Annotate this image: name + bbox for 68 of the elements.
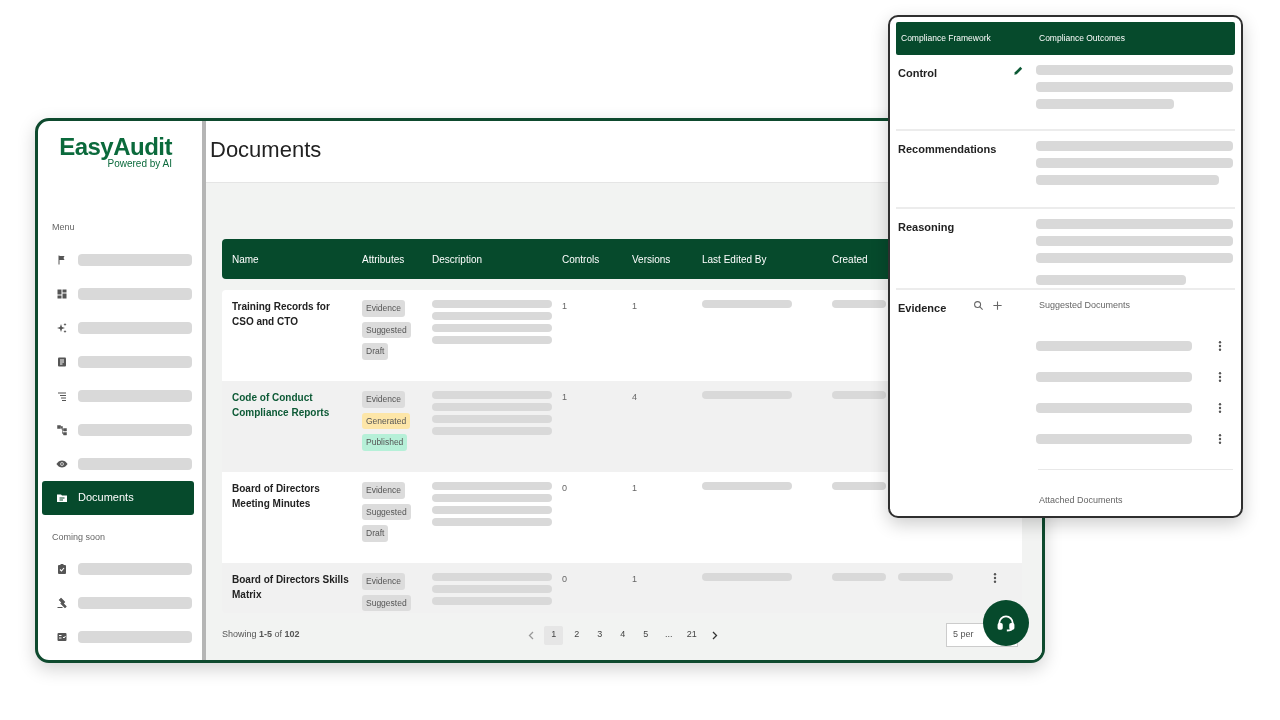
more-icon[interactable] [1218,434,1222,444]
gavel-icon [56,597,68,609]
hierarchy-icon [56,423,68,436]
attribute-tag: Evidence [362,482,405,499]
section-title: Recommendations [898,142,997,157]
document-name: Board of Directors Meeting Minutes [232,482,321,511]
attribute-tag: Evidence [362,300,405,317]
placeholder-bar [832,391,886,399]
cell-text: 1 [632,573,638,586]
chevron-left-icon [527,630,534,640]
placeholder-bar [832,573,886,581]
placeholder-bar [898,573,953,581]
cell-text: 0 [562,573,568,586]
tagline: Powered by AI [107,159,172,169]
page-button[interactable]: 3 [590,625,610,645]
more-icon[interactable] [1218,341,1222,351]
dashboard-icon [56,287,68,300]
cell-text: 1 [632,300,638,313]
search-icon[interactable] [973,300,985,311]
panel-header: Compliance Framework Compliance Outcomes [896,22,1235,55]
cell-text: 1 [632,482,638,495]
attribute-tag: Evidence [362,573,405,590]
cell-text: 4 [632,391,638,404]
section-title: Reasoning [898,220,955,235]
attribute-tag: Suggested [362,503,411,520]
section-title: Evidence [898,301,947,316]
attribute-tag: Published [362,434,408,451]
checklist-icon [56,631,68,643]
more-icon[interactable] [993,573,997,583]
more-icon[interactable] [1218,372,1222,382]
chevron-right-icon [711,630,718,640]
sparkle-icon [56,321,68,334]
more-icon[interactable] [1218,403,1222,413]
page-button[interactable]: 21 [682,625,702,645]
logo: EasyAudit [59,135,172,159]
document-name: Training Records for CSO and CTO [232,300,331,329]
add-icon[interactable] [992,300,1004,311]
placeholder-bar [832,300,886,308]
page-button[interactable]: 1 [544,625,564,645]
attribute-tag: Suggested [362,594,411,611]
cell-text: 0 [562,482,568,495]
list-icon [56,389,68,402]
page-title: Documents [210,137,322,164]
attribute-tag: Evidence [362,391,405,408]
page-button[interactable]: 4 [613,625,633,645]
cell-text: 1 [562,391,568,404]
attribute-tag: Draft [362,343,389,360]
section-title: Control [898,66,938,81]
results-summary: Showing 1-5 of 102 [222,628,300,642]
section-heading: Coming soon [52,530,107,544]
menu-heading: Menu [52,221,76,234]
attribute-tag: Draft [362,525,389,542]
document-name[interactable]: Code of Conduct Compliance Reports [232,391,362,472]
attribute-tag: Generated [362,412,411,429]
attribute-tag: Suggested [362,321,411,338]
page-button[interactable]: ... [659,625,679,645]
placeholder-bar [832,482,886,490]
sidebar-item[interactable]: Documents [42,480,194,515]
panel-subheading: Suggested Documents [1038,299,1132,312]
cell-text: 1 [562,300,568,313]
panel-subheading: Attached Documents [1038,493,1124,507]
page-button[interactable]: 5 [636,625,656,645]
document-name: Board of Directors Skills Matrix [232,573,350,602]
document-icon [56,355,68,368]
page-button[interactable]: 2 [567,625,587,645]
edit-icon[interactable] [1013,65,1024,76]
headset-icon [996,613,1016,633]
clipboard-check-icon [56,563,68,575]
